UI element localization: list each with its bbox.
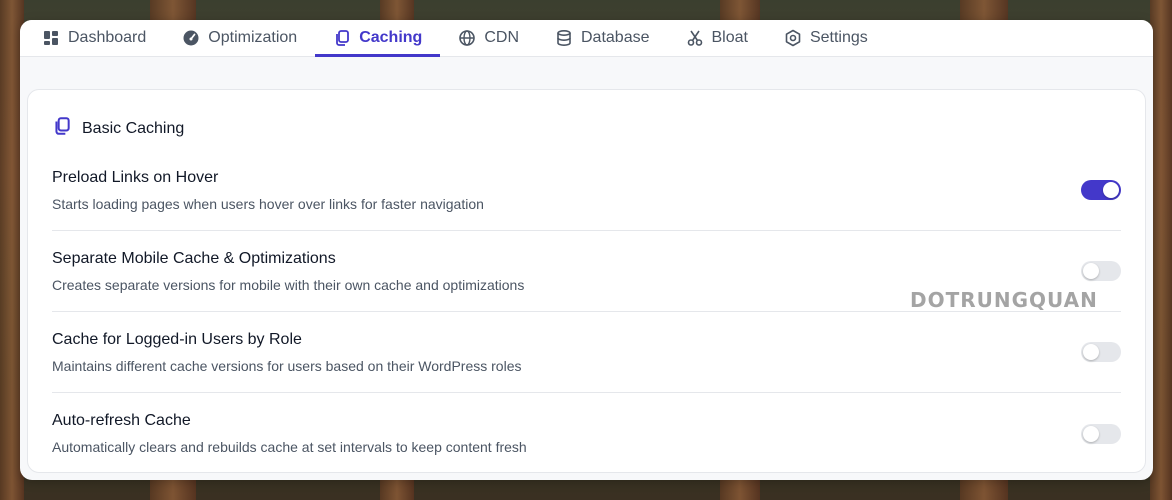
tab-label: Settings <box>809 29 868 46</box>
tab-label: Bloat <box>711 29 748 46</box>
tab-dashboard[interactable]: Dashboard <box>24 20 164 56</box>
preload-links-toggle[interactable] <box>1081 180 1121 200</box>
settings-panel: Dashboard Optimization Caching CDN Datab… <box>20 20 1153 480</box>
settings-list: Preload Links on Hover Starts loading pa… <box>52 150 1121 474</box>
setting-description: Creates separate versions for mobile wit… <box>52 276 525 293</box>
setting-title: Preload Links on Hover <box>52 168 219 186</box>
setting-title: Auto-refresh Cache <box>52 412 191 429</box>
setting-row-logged-in-cache: Cache for Logged-in Users by Role Mainta… <box>52 312 1121 393</box>
tab-label: Optimization <box>208 29 298 46</box>
tab-label: Database <box>581 29 650 46</box>
copy-icon <box>333 29 351 47</box>
scissors-icon <box>686 29 704 47</box>
toggle-knob <box>1083 344 1099 360</box>
gauge-icon <box>182 29 200 47</box>
database-icon <box>555 29 573 47</box>
tab-label: Caching <box>359 29 423 46</box>
setting-description: Maintains different cache versions for u… <box>52 357 522 374</box>
copy-icon <box>52 116 72 141</box>
setting-row-preload-links: Preload Links on Hover Starts loading pa… <box>52 150 1121 231</box>
toggle-knob <box>1103 182 1119 198</box>
dashboard-icon <box>42 29 60 47</box>
toggle-knob <box>1083 425 1099 442</box>
tab-settings[interactable]: Settings <box>766 20 886 56</box>
tab-bloat[interactable]: Bloat <box>668 20 766 56</box>
globe-icon <box>458 29 476 47</box>
background-tree <box>1150 0 1172 500</box>
tab-database[interactable]: Database <box>537 20 668 56</box>
auto-refresh-toggle[interactable] <box>1081 423 1121 444</box>
setting-title: Separate Mobile Cache & Optimizations <box>52 249 336 267</box>
tab-label: CDN <box>484 29 519 46</box>
tab-optimization[interactable]: Optimization <box>164 20 315 56</box>
mobile-cache-toggle[interactable] <box>1081 261 1121 281</box>
setting-description: Automatically clears and rebuilds cache … <box>52 439 527 455</box>
section-title: Basic Caching <box>82 119 185 137</box>
tab-cdn[interactable]: CDN <box>440 20 537 56</box>
gear-icon <box>784 29 802 47</box>
setting-title: Cache for Logged-in Users by Role <box>52 330 302 348</box>
tab-bar: Dashboard Optimization Caching CDN Datab… <box>20 20 1153 57</box>
basic-caching-card: Basic Caching Preload Links on Hover Sta… <box>27 89 1146 473</box>
setting-description: Starts loading pages when users hover ov… <box>52 195 484 212</box>
section-header: Basic Caching <box>52 116 184 141</box>
logged-in-cache-toggle[interactable] <box>1081 342 1121 362</box>
setting-row-auto-refresh: Auto-refresh Cache Automatically clears … <box>52 393 1121 474</box>
tab-caching[interactable]: Caching <box>315 20 441 57</box>
tab-label: Dashboard <box>68 29 147 46</box>
toggle-knob <box>1083 263 1099 279</box>
watermark-logo: DOTRUNGQUAN <box>910 288 1098 312</box>
